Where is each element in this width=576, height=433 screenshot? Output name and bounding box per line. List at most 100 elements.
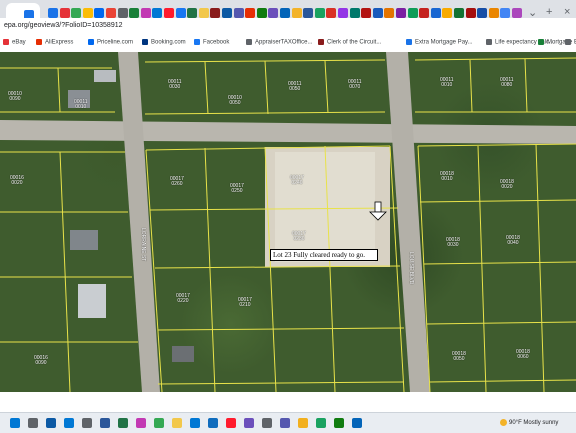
tab-favicon-icon[interactable] — [419, 8, 430, 18]
taskbar-search-icon[interactable] — [28, 418, 38, 428]
tab-favicon-icon[interactable] — [477, 8, 488, 18]
tab-favicon-icon[interactable] — [384, 8, 395, 18]
tab-favicon-icon[interactable] — [396, 8, 406, 18]
taskbar-explorer-icon[interactable] — [172, 418, 182, 428]
tab-favicon-icon[interactable] — [488, 8, 499, 18]
taskbar-outlook-icon[interactable] — [64, 418, 74, 428]
tab-favicon-icon[interactable] — [187, 8, 198, 18]
taskbar-game-icon[interactable] — [334, 418, 344, 428]
taskbar-media-icon[interactable] — [244, 418, 254, 428]
tab-favicon-icon[interactable] — [407, 8, 418, 18]
taskbar-settings-icon[interactable] — [262, 418, 272, 428]
tab-favicon-icon[interactable] — [117, 8, 128, 18]
parcel-label[interactable]: 00010 0090 — [8, 92, 22, 102]
parcel-label[interactable]: 00011 0070 — [348, 80, 362, 90]
tab-favicon-icon[interactable] — [198, 8, 209, 18]
tab-favicon-icon[interactable] — [326, 8, 337, 18]
taskbar-mail-icon[interactable] — [190, 418, 200, 428]
parcel-label[interactable]: 00018 0050 — [452, 352, 466, 362]
new-tab-button[interactable]: + — [546, 6, 552, 18]
tab-favicon-icon[interactable] — [268, 8, 279, 18]
tab-favicon-icon[interactable] — [338, 8, 348, 18]
parcel-label[interactable]: 00017 0210 — [238, 298, 252, 308]
tab-favicon-icon[interactable] — [48, 8, 58, 18]
parcel-label[interactable]: 00011 0010 — [440, 78, 454, 88]
taskbar-maps-icon[interactable] — [316, 418, 326, 428]
taskbar-opera-icon[interactable] — [226, 418, 236, 428]
taskbar-notes-icon[interactable] — [298, 418, 308, 428]
tab-favicon-icon[interactable] — [106, 8, 116, 18]
tab-favicon-icon[interactable] — [129, 8, 140, 18]
close-tab-icon[interactable]: × — [564, 6, 570, 18]
taskbar-onedrive-icon[interactable] — [352, 418, 362, 428]
tab-favicon-icon[interactable] — [430, 8, 441, 18]
parcel-label[interactable]: 00017 0220 — [176, 294, 190, 304]
tab-favicon-icon[interactable] — [233, 8, 244, 18]
bookmark-item[interactable]: Bookmarks — [565, 39, 576, 46]
url-text[interactable]: epa.org/geoview3/?FolioID=10358912 — [4, 22, 123, 29]
bookmark-favicon-icon — [36, 39, 42, 45]
tab-favicon-icon[interactable] — [164, 8, 174, 18]
parcel-label[interactable]: 00011 0050 — [288, 82, 302, 92]
tab-favicon-icon[interactable] — [222, 8, 232, 18]
tab-favicon-icon[interactable] — [210, 8, 221, 18]
parcel-label[interactable]: 00010 0050 — [228, 96, 242, 106]
parcel-label[interactable]: 00018 0060 — [516, 350, 530, 360]
bookmark-item[interactable]: eBay — [3, 39, 26, 46]
tab-favicon-icon[interactable] — [303, 8, 314, 18]
weather-widget[interactable]: 90°F Mostly sunny — [500, 419, 558, 426]
parcel-label[interactable]: 00018 0040 — [506, 236, 520, 246]
tab-favicon-icon[interactable] — [361, 8, 372, 18]
tab-favicon-icon[interactable] — [291, 8, 302, 18]
tab-favicon-icon[interactable] — [314, 8, 325, 18]
parcel-label[interactable]: 00016 0090 — [34, 356, 48, 366]
parcel-label[interactable]: 00018 0010 — [440, 172, 454, 182]
bookmark-label: Clerk of the Circuit... — [327, 39, 382, 46]
tab-favicon-icon[interactable] — [82, 8, 93, 18]
taskbar-teams-icon[interactable] — [280, 418, 290, 428]
tab-favicon-icon[interactable] — [280, 8, 290, 18]
taskbar-word-icon[interactable] — [100, 418, 110, 428]
tab-favicon-icon[interactable] — [152, 8, 163, 18]
parcel-label[interactable]: 00016 0020 — [10, 176, 24, 186]
tab-favicon-icon[interactable] — [71, 8, 82, 18]
bookmark-item[interactable]: Facebook — [194, 39, 229, 46]
parcel-label[interactable]: 00017 0260 — [170, 177, 184, 187]
taskbar-edge-icon[interactable] — [46, 418, 56, 428]
address-bar[interactable]: epa.org/geoview3/?FolioID=10358912 — [0, 18, 576, 38]
tab-favicon-icon[interactable] — [465, 8, 476, 18]
tab-favicon-icon[interactable] — [94, 8, 105, 18]
taskbar-chrome-icon[interactable] — [154, 418, 164, 428]
parcel-label[interactable]: 00017 0250 — [230, 184, 244, 194]
tab-favicon-icon[interactable] — [512, 8, 522, 18]
taskbar-photos-icon[interactable] — [136, 418, 146, 428]
bookmark-item[interactable]: Priceline.com — [88, 39, 133, 46]
tab-favicon-icon[interactable] — [245, 8, 256, 18]
parcel-label[interactable]: 00017 0240 — [290, 176, 304, 186]
gis-map-viewport[interactable]: 00011 0010 00010 0090 00011 0030 00010 0050 … — [0, 52, 576, 392]
parcel-label[interactable]: 00011 0030 — [168, 80, 182, 90]
tab-favicon-icon[interactable] — [140, 8, 151, 18]
parcel-label[interactable]: 00018 0030 — [446, 238, 460, 248]
tab-favicon-icon[interactable] — [442, 8, 453, 18]
tab-favicon-icon[interactable] — [500, 8, 511, 18]
bookmark-item[interactable]: Booking.com — [142, 39, 186, 46]
tab-favicon-icon[interactable] — [59, 8, 70, 18]
bookmark-item[interactable]: Clerk of the Circuit... — [318, 39, 381, 46]
tab-favicon-icon[interactable] — [454, 8, 464, 18]
taskbar-store-icon[interactable] — [82, 418, 92, 428]
bookmark-item[interactable]: AliExpress — [36, 39, 73, 46]
taskbar-start-icon[interactable] — [10, 418, 20, 428]
taskbar-photos2-icon[interactable] — [208, 418, 218, 428]
bookmark-item[interactable]: AppraiserTAXOffice... — [246, 39, 312, 46]
parcel-label[interactable]: 00011 0080 — [500, 78, 514, 88]
taskbar-excel-icon[interactable] — [118, 418, 128, 428]
bookmark-item[interactable]: Extra Mortgage Pay... — [406, 39, 473, 46]
tab-favicon-icon[interactable] — [349, 8, 360, 18]
parcel-label-lot-23[interactable]: 00017 0230 — [292, 232, 306, 242]
parcel-label[interactable]: 00011 0010 — [74, 100, 88, 110]
tab-favicon-icon[interactable] — [175, 8, 186, 18]
tab-favicon-icon[interactable] — [372, 8, 383, 18]
tab-favicon-icon[interactable] — [256, 8, 267, 18]
parcel-label[interactable]: 00018 0020 — [500, 180, 514, 190]
